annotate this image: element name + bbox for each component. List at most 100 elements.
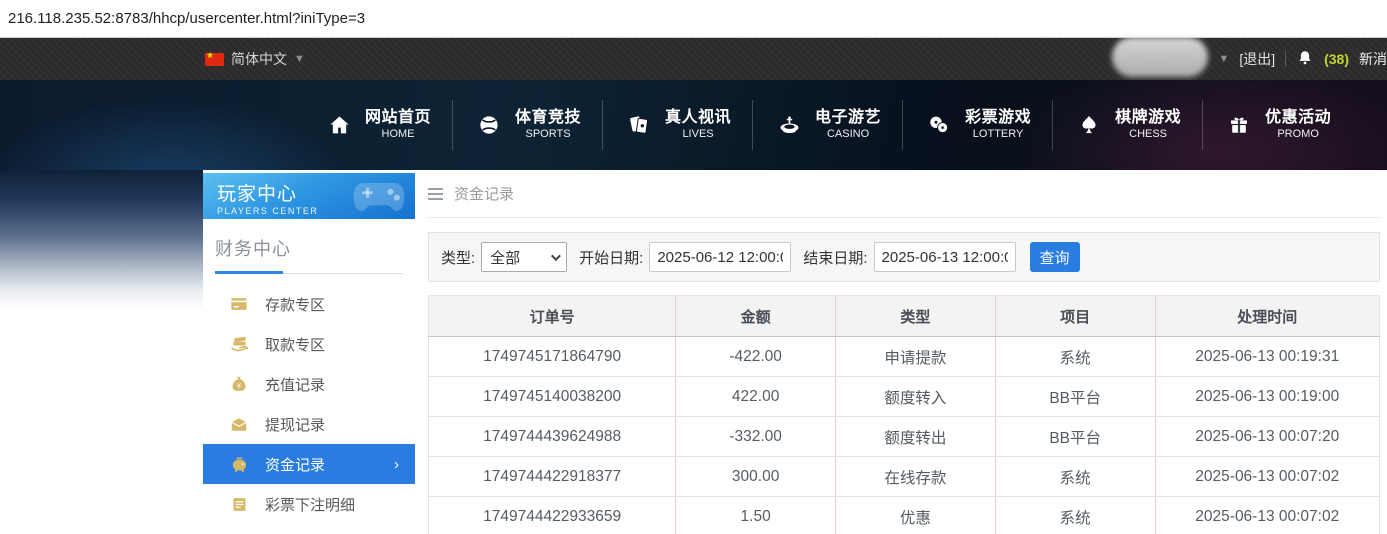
- page-body: 玩家中心 PLAYERS CENTER 财务中心 存款专区 取款专区 ¥ 充值记…: [0, 170, 1387, 534]
- nav-item[interactable]: 网站首页 HOME: [303, 100, 452, 150]
- type-cell: 额度转入: [835, 376, 996, 417]
- sidebar-item[interactable]: 资金记录 ›: [203, 444, 415, 484]
- time-cell: 2025-06-13 00:07:20: [1154, 416, 1380, 457]
- start-date-input[interactable]: [649, 242, 792, 272]
- time-cell: 2025-06-13 00:07:02: [1154, 496, 1380, 534]
- background-fade: [0, 170, 203, 310]
- divider: [1285, 51, 1287, 67]
- nav-item-label-zh: 彩票游戏: [965, 109, 1032, 127]
- main-nav: 网站首页 HOME 体育竞技 SPORTS 真人视讯 LIVES 电子游艺 CA…: [0, 80, 1387, 170]
- order-number-cell: 1749744422933659: [428, 496, 676, 534]
- new-messages-link[interactable]: 新消息: [1359, 49, 1387, 69]
- nav-item-label-en: LIVES: [682, 128, 714, 141]
- nav-item[interactable]: 优惠活动 PROMO: [1202, 100, 1352, 150]
- nav-item[interactable]: 棋牌游戏 CHESS: [1052, 100, 1202, 150]
- playing-cards-icon: [624, 113, 654, 137]
- funds-record-table: 订单号 金额 类型 项目 处理时间 1749745171864790 -422.…: [428, 295, 1380, 534]
- sidebar-item-label: 充值记录: [265, 376, 326, 394]
- language-label: 简体中文: [231, 51, 287, 67]
- nav-item[interactable]: 真人视讯 LIVES: [602, 100, 752, 150]
- table-header-cell: 项目: [994, 295, 1156, 337]
- table-header-row: 订单号 金额 类型 项目 处理时间: [428, 295, 1380, 337]
- nav-item[interactable]: 彩票游戏 LOTTERY: [902, 100, 1052, 150]
- menu-icon: [428, 187, 443, 200]
- nav-item-label-zh: 体育竞技: [515, 109, 582, 127]
- table-row: 1749744439624988 -332.00 额度转出 BB平台 2025-…: [428, 416, 1380, 457]
- envelope-cash-icon: [229, 415, 249, 433]
- message-count-badge[interactable]: (38): [1324, 51, 1349, 67]
- type-select[interactable]: 全部: [481, 242, 568, 272]
- sidebar-item[interactable]: ¥ 充值记录 ›: [203, 364, 415, 404]
- breadcrumb: 资金记录: [428, 170, 1380, 218]
- top-bar: 简体中文 ▼ ▼ [退出] (38) 新消息: [0, 37, 1387, 80]
- sports-ball-icon: [474, 113, 504, 137]
- main-content: 资金记录 类型: 全部 开始日期: 结束日期: 查询 订单号 金额: [428, 170, 1380, 534]
- table-header-cell: 订单号: [428, 295, 676, 337]
- amount-cell: 1.50: [675, 496, 836, 534]
- order-number-cell: 1749744422918377: [428, 456, 676, 497]
- amount-cell: 422.00: [675, 376, 836, 417]
- nav-item-label-zh: 优惠活动: [1265, 109, 1332, 127]
- nav-item-label-en: PROMO: [1277, 128, 1319, 141]
- breadcrumb-label: 资金记录: [454, 186, 515, 203]
- logout-button[interactable]: [退出]: [1239, 49, 1275, 69]
- type-cell: 申请提款: [835, 336, 996, 377]
- table-row: 1749744422918377 300.00 在线存款 系统 2025-06-…: [428, 456, 1380, 497]
- type-cell: 优惠: [835, 496, 996, 534]
- bell-icon[interactable]: [1296, 49, 1314, 70]
- order-number-cell: 1749744439624988: [428, 416, 676, 457]
- sidebar-item-label: 存款专区: [265, 296, 326, 314]
- nav-item[interactable]: 电子游艺 CASINO: [752, 100, 902, 150]
- project-cell: 系统: [994, 456, 1156, 497]
- time-cell: 2025-06-13 00:19:31: [1154, 336, 1380, 377]
- chevron-right-icon: ›: [394, 455, 399, 473]
- table-row: 1749744422933659 1.50 优惠 系统 2025-06-13 0…: [428, 496, 1380, 534]
- section-underline: [215, 271, 403, 274]
- nav-item-label-zh: 棋牌游戏: [1115, 109, 1182, 127]
- amount-cell: 300.00: [675, 456, 836, 497]
- nav-item-label-en: CASINO: [826, 128, 870, 141]
- sidebar-item[interactable]: 存款专区 ›: [203, 284, 415, 324]
- nav-item-label-zh: 真人视讯: [665, 109, 732, 127]
- sidebar-item[interactable]: 厅室投注记录 ›: [203, 524, 415, 534]
- search-button[interactable]: 查询: [1029, 242, 1080, 272]
- type-label: 类型:: [441, 249, 476, 267]
- sidebar: 玩家中心 PLAYERS CENTER 财务中心 存款专区 取款专区 ¥ 充值记…: [203, 173, 415, 534]
- lottery-balls-icon: [924, 113, 954, 137]
- nav-item-label-en: LOTTERY: [972, 128, 1024, 141]
- user-area: ▼ [退出] (38) 新消息: [1112, 37, 1387, 80]
- page-url[interactable]: 216.118.235.52:8783/hhcp/usercenter.html…: [8, 10, 365, 27]
- table-header-cell: 金额: [675, 295, 836, 337]
- sidebar-item-label: 彩票下注明细: [265, 496, 356, 514]
- project-cell: 系统: [994, 336, 1156, 377]
- filter-bar: 类型: 全部 开始日期: 结束日期: 查询: [428, 232, 1380, 282]
- gift-icon: [1224, 113, 1254, 137]
- china-flag-icon: [205, 50, 224, 66]
- players-center-header: 玩家中心 PLAYERS CENTER: [203, 173, 415, 219]
- browser-address-bar[interactable]: 216.118.235.52:8783/hhcp/usercenter.html…: [0, 0, 1387, 38]
- piggy-bank-icon: [229, 455, 249, 474]
- end-date-input[interactable]: [873, 242, 1016, 272]
- sidebar-item-label: 提现记录: [265, 416, 326, 434]
- table-row: 1749745171864790 -422.00 申请提款 系统 2025-06…: [428, 336, 1380, 377]
- chevron-down-icon: ▼: [294, 53, 305, 65]
- sidebar-item[interactable]: 提现记录 ›: [203, 404, 415, 444]
- nav-item[interactable]: 体育竞技 SPORTS: [452, 100, 602, 150]
- type-cell: 额度转出: [835, 416, 996, 457]
- language-selector[interactable]: 简体中文 ▼: [205, 49, 305, 69]
- roulette-icon: [774, 113, 804, 138]
- gamepad-icon: [351, 179, 407, 219]
- nav-item-label-en: SPORTS: [525, 128, 571, 141]
- money-bag-icon: ¥: [229, 375, 249, 393]
- chevron-down-icon: [551, 250, 562, 261]
- username-blurred: [1112, 37, 1209, 77]
- sidebar-item[interactable]: 取款专区 ›: [203, 324, 415, 364]
- sidebar-item[interactable]: 彩票下注明细 ›: [203, 484, 415, 524]
- chevron-down-icon[interactable]: ▼: [1218, 53, 1229, 65]
- end-date-label: 结束日期:: [803, 249, 868, 267]
- project-cell: 系统: [994, 496, 1156, 534]
- spade-icon: [1074, 113, 1104, 137]
- document-icon: [229, 496, 249, 513]
- nav-item-label-en: HOME: [381, 128, 415, 141]
- order-number-cell: 1749745171864790: [428, 336, 676, 377]
